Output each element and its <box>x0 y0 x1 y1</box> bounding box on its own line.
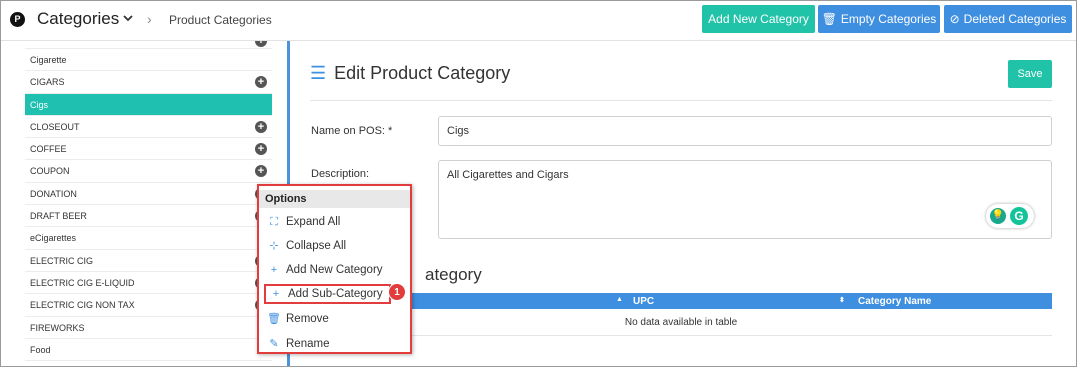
empty-categories-button[interactable]: 🗑 Empty Categories <box>818 5 940 33</box>
menu-item-add-new-category[interactable]: + Add New Category <box>267 260 383 280</box>
subcategory-table-header: ▲ UPC ⬍ Category Name <box>310 293 1052 309</box>
category-list: + Cigarette CIGARS + Cigs CLOSEOUT + COFFEE + COU… <box>25 41 272 362</box>
category-label: Cigs <box>30 99 49 110</box>
menu-item-label: Collapse All <box>286 240 347 252</box>
empty-categories-label: Empty Categories <box>840 12 937 26</box>
name-label: Name on POS: * <box>311 125 393 137</box>
menu-item-label: Rename <box>286 338 330 350</box>
menu-item-remove[interactable]: 🗑 Remove <box>267 309 329 329</box>
category-label: Cigarette <box>30 55 67 65</box>
expand-plus-icon[interactable]: + <box>255 143 267 156</box>
menu-item-label: Remove <box>286 313 329 325</box>
page-title-text: Edit Product Category <box>334 63 511 83</box>
column-header-upc[interactable]: UPC <box>633 296 654 307</box>
category-row[interactable]: eCigarettes <box>25 227 272 250</box>
lightbulb-icon[interactable]: 💡 <box>990 208 1006 224</box>
category-row[interactable]: Food <box>25 339 272 362</box>
grammarly-widget[interactable]: 💡 G <box>986 204 1034 228</box>
category-label: CIGARS <box>30 77 65 88</box>
category-row[interactable]: CLOSEOUT + <box>25 116 272 139</box>
context-menu-heading: Options <box>259 190 410 208</box>
step-badge: 1 <box>388 283 406 301</box>
top-bar: P Categories › Product Categories Add Ne… <box>1 1 1076 41</box>
category-row[interactable]: COUPON + <box>25 160 272 183</box>
category-tree-panel: + Cigarette CIGARS + Cigs CLOSEOUT + COFFEE + COU… <box>1 41 287 366</box>
app-window: P Categories › Product Categories Add Ne… <box>0 0 1077 367</box>
category-row[interactable]: ELECTRIC CIG+ <box>25 250 272 272</box>
category-row[interactable]: ELECTRIC CIG E-LIQUID+ <box>25 272 272 295</box>
add-new-category-button[interactable]: Add New Category <box>702 5 815 33</box>
menu-item-rename[interactable]: ✎ Rename <box>267 334 329 354</box>
table-empty-row: No data available in table <box>310 309 1052 336</box>
category-row[interactable]: COFFEE + <box>25 138 272 161</box>
category-label: DRAFT BEER <box>30 211 87 222</box>
plus-icon: + <box>270 264 278 276</box>
sort-icon[interactable]: ⬍ <box>839 296 845 304</box>
description-label: Description: <box>311 168 370 180</box>
name-on-pos-input[interactable]: Cigs <box>438 116 1052 146</box>
category-label: ELECTRIC CIG NON TAX <box>30 300 135 311</box>
category-row[interactable]: Cigs <box>25 93 272 116</box>
sort-asc-icon[interactable]: ▲ <box>616 296 623 303</box>
page-title: ☰ Edit Product Category <box>310 63 510 84</box>
breadcrumb-separator-icon: › <box>147 11 152 27</box>
category-row[interactable]: DONATION+ <box>25 183 272 206</box>
menu-item-collapse-all[interactable]: ⊹ Collapse All <box>267 236 346 256</box>
category-row[interactable]: DRAFT BEER+ <box>25 205 272 228</box>
menu-item-label: Add Sub-Category <box>288 288 383 300</box>
category-label: ELECTRIC CIG E-LIQUID <box>30 277 135 288</box>
category-label: DONATION <box>30 188 77 199</box>
category-label: eCigarettes <box>30 233 77 244</box>
deleted-categories-label: Deleted Categories <box>963 12 1067 26</box>
options-context-menu: Options ⛶ Expand All ⊹ Collapse All + Add N… <box>257 184 412 354</box>
description-textarea[interactable]: All Cigarettes and Cigars <box>438 160 1052 239</box>
category-label: COFFEE <box>30 144 67 155</box>
column-header-category-name[interactable]: Category Name <box>858 296 931 307</box>
expand-plus-icon[interactable]: + <box>255 76 267 89</box>
menu-item-add-sub-category[interactable]: + Add Sub-Category <box>264 284 391 304</box>
menu-item-label: Expand All <box>286 216 341 228</box>
category-label: FIREWORKS <box>30 322 85 333</box>
category-label: COUPON <box>30 166 70 177</box>
trash-icon: 🗑 <box>821 12 837 26</box>
trash-icon: 🗑 <box>267 313 281 325</box>
ban-icon: ⊘ <box>949 12 960 26</box>
expand-plus-icon[interactable]: + <box>255 120 267 133</box>
expand-icon: ⛶ <box>270 216 278 228</box>
category-label: Food <box>30 344 51 355</box>
add-new-category-label: Add New Category <box>708 12 809 26</box>
category-label: CLOSEOUT <box>30 121 80 132</box>
menu-item-label: Add New Category <box>286 264 383 276</box>
save-button[interactable]: Save <box>1008 60 1052 88</box>
breadcrumb: Product Categories <box>169 13 272 27</box>
grammarly-icon[interactable]: G <box>1010 207 1028 225</box>
list-icon: ☰ <box>310 63 327 83</box>
collapse-icon: ⊹ <box>269 240 279 252</box>
category-row[interactable]: CIGARS + <box>25 71 272 94</box>
category-row[interactable]: Cigarette <box>25 49 272 72</box>
app-logo-icon: P <box>10 12 25 27</box>
deleted-categories-button[interactable]: ⊘ Deleted Categories <box>944 5 1072 33</box>
category-row[interactable]: + <box>25 41 272 49</box>
category-label: ELECTRIC CIG <box>30 255 94 266</box>
plus-icon: + <box>272 288 280 300</box>
chevron-down-icon[interactable] <box>121 11 135 25</box>
category-row[interactable]: ELECTRIC CIG NON TAX+ <box>25 294 272 317</box>
category-row[interactable]: FIREWORKS <box>25 317 272 339</box>
expand-plus-icon[interactable]: + <box>255 165 267 178</box>
edit-icon: ✎ <box>269 338 279 350</box>
menu-item-expand-all[interactable]: ⛶ Expand All <box>267 212 340 232</box>
subcategory-section-title: ategory <box>425 265 482 284</box>
title-divider <box>310 100 1052 101</box>
expand-plus-icon[interactable]: + <box>255 41 267 47</box>
module-title[interactable]: Categories <box>37 9 119 29</box>
